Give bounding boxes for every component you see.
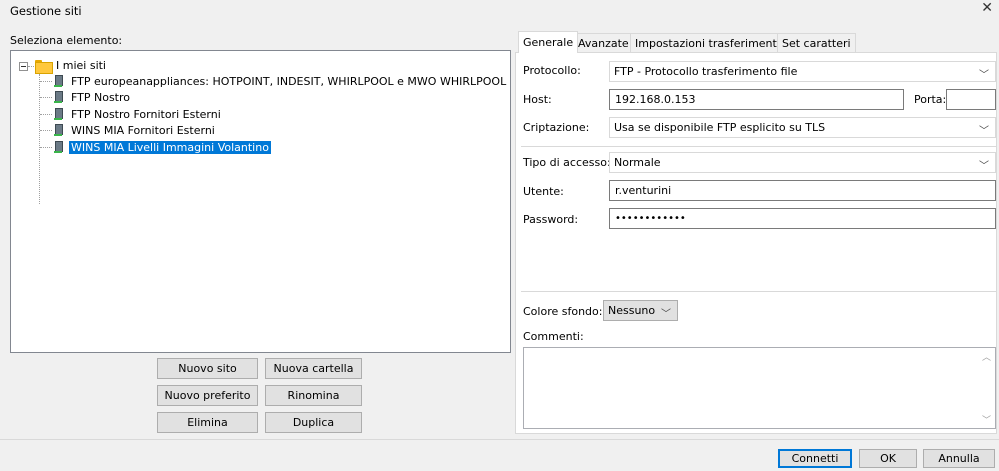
cancel-button[interactable]: Annulla — [923, 449, 995, 468]
new-folder-button[interactable]: Nuova cartella — [265, 358, 362, 379]
tab-charset[interactable]: Set caratteri — [777, 33, 856, 53]
bg-color-select[interactable]: Nessuno ﹀ — [603, 300, 678, 321]
port-input[interactable] — [946, 89, 996, 110]
ok-button[interactable]: OK — [859, 449, 917, 468]
bg-color-label: Colore sfondo: — [523, 305, 603, 318]
tree-item-label: FTP Nostro — [71, 91, 130, 104]
server-icon — [54, 124, 63, 137]
tree-connector — [40, 147, 52, 148]
tree-item-label: WINS MIA Fornitori Esterni — [71, 124, 215, 137]
protocol-label: Protocollo: — [523, 64, 581, 77]
site-tree[interactable]: I miei siti FTP europeanappliances: HOTP… — [10, 50, 511, 353]
tree-item-site[interactable]: FTP Nostro Fornitori Esterni — [54, 108, 223, 121]
encryption-value: Usa se disponibile FTP esplicito su TLS — [614, 121, 826, 134]
bg-color-value: Nessuno — [608, 304, 656, 317]
tree-connector — [39, 74, 40, 204]
tree-item-site[interactable]: FTP Nostro — [54, 91, 132, 104]
encryption-label: Criptazione: — [523, 121, 590, 134]
rename-button[interactable]: Rinomina — [265, 385, 362, 406]
chevron-down-icon: ﹀ — [979, 161, 989, 172]
footer-divider — [0, 439, 999, 440]
tab-general[interactable]: Generale — [518, 31, 579, 53]
collapse-toggle-icon[interactable] — [19, 62, 28, 71]
tree-connector — [40, 97, 52, 98]
tab-transfer-settings[interactable]: Impostazioni trasferimento — [630, 33, 789, 53]
port-label: Porta: — [914, 93, 947, 106]
password-input[interactable]: •••••••••••• — [609, 208, 996, 229]
tree-root-label: I miei siti — [56, 59, 106, 72]
divider — [521, 146, 996, 147]
host-input[interactable]: 192.168.0.153 — [609, 89, 904, 110]
tab-advanced[interactable]: Avanzate — [573, 33, 634, 53]
tree-connector — [28, 66, 34, 67]
tree-connector — [40, 81, 52, 82]
protocol-select[interactable]: FTP - Protocollo trasferimento file ﹀ — [609, 61, 996, 82]
comments-label: Commenti: — [523, 330, 584, 343]
logon-type-value: Normale — [614, 156, 661, 169]
scroll-up-icon[interactable]: ︿ — [982, 350, 991, 363]
tree-root[interactable]: I miei siti — [35, 59, 108, 74]
duplicate-button[interactable]: Duplica — [265, 412, 362, 433]
tree-item-site[interactable]: WINS MIA Fornitori Esterni — [54, 124, 217, 137]
connect-button[interactable]: Connetti — [778, 449, 852, 468]
server-icon — [54, 75, 63, 88]
chevron-down-icon: ﹀ — [979, 70, 989, 81]
tree-item-site[interactable]: FTP europeanappliances: HOTPOINT, INDESI… — [54, 75, 508, 88]
tree-item-label: FTP Nostro Fornitori Esterni — [71, 108, 221, 121]
user-input[interactable]: r.venturini — [609, 180, 996, 201]
user-label: Utente: — [523, 185, 564, 198]
server-icon — [54, 91, 63, 104]
tree-item-label: FTP europeanappliances: HOTPOINT, INDESI… — [71, 75, 507, 88]
password-label: Password: — [523, 213, 579, 226]
chevron-down-icon: ﹀ — [661, 309, 671, 320]
tree-item-site-selected[interactable]: WINS MIA Livelli Immagini Volantino — [54, 141, 271, 154]
protocol-value: FTP - Protocollo trasferimento file — [614, 65, 798, 78]
comments-textarea[interactable]: ︿ ﹀ — [523, 347, 996, 429]
encryption-select[interactable]: Usa se disponibile FTP esplicito su TLS … — [609, 117, 996, 138]
tree-connector — [40, 114, 52, 115]
tree-connector — [40, 130, 52, 131]
chevron-down-icon: ﹀ — [979, 126, 989, 137]
close-icon[interactable]: ✕ — [981, 0, 993, 16]
folder-icon — [35, 59, 53, 74]
logon-type-label: Tipo di accesso: — [523, 156, 611, 169]
new-bookmark-button[interactable]: Nuovo preferito — [157, 385, 258, 406]
delete-button[interactable]: Elimina — [157, 412, 258, 433]
new-site-button[interactable]: Nuovo sito — [157, 358, 258, 379]
divider — [521, 291, 996, 292]
window-title: Gestione siti — [10, 4, 82, 18]
scroll-down-icon[interactable]: ﹀ — [982, 413, 991, 426]
host-label: Host: — [523, 93, 552, 106]
tree-item-label: WINS MIA Livelli Immagini Volantino — [69, 141, 271, 154]
tree-header: Seleziona elemento: — [10, 34, 123, 47]
server-icon — [54, 108, 63, 121]
logon-type-select[interactable]: Normale ﹀ — [609, 152, 996, 173]
server-icon — [54, 141, 63, 154]
